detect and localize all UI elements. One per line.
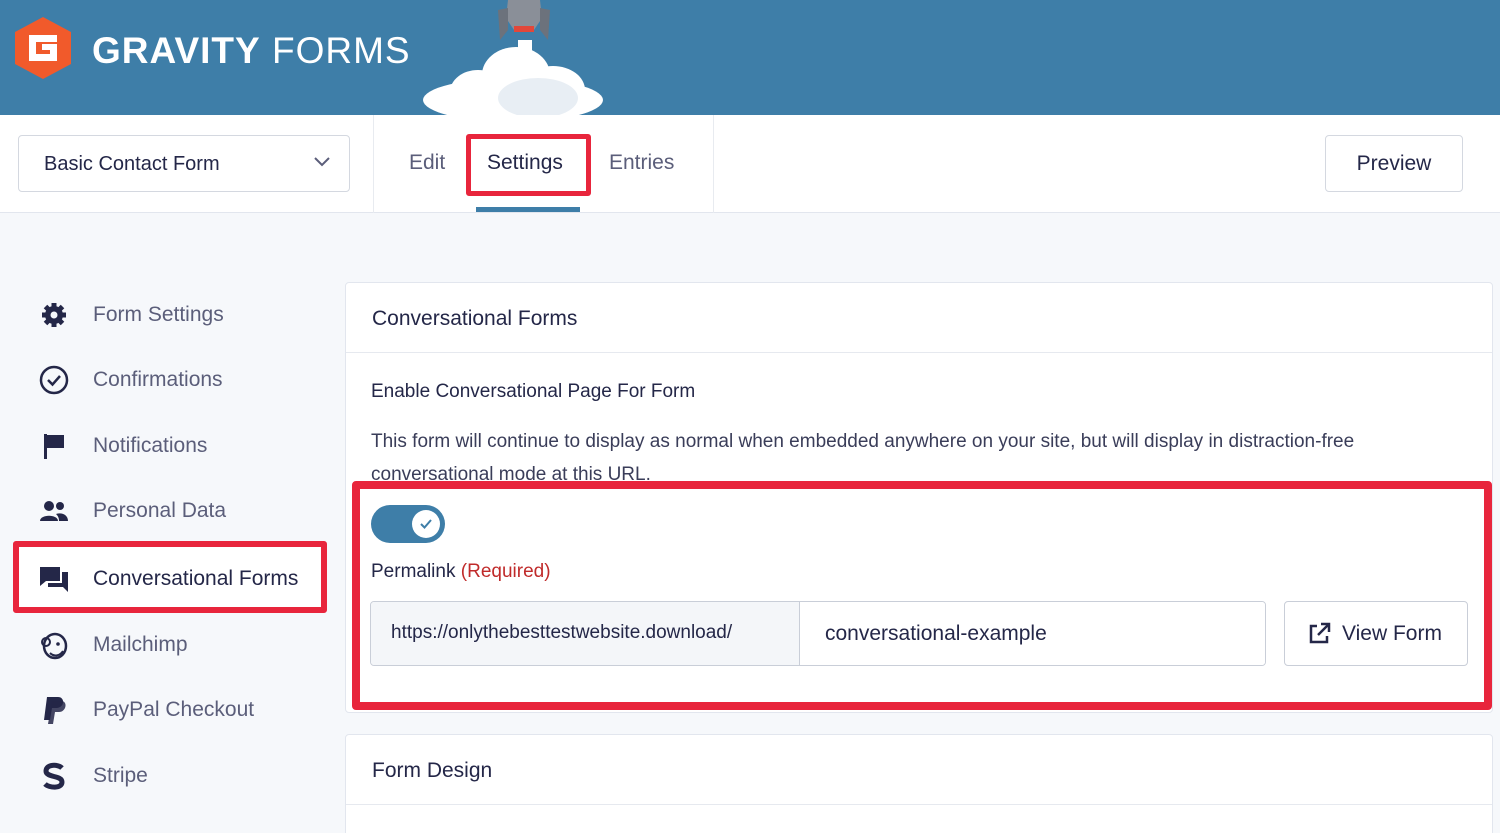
- rocket-illustration: [423, 0, 603, 115]
- chat-bubbles-icon: [40, 567, 68, 592]
- settings-tab-highlight: [466, 134, 591, 196]
- sidebar-item-label: Form Settings: [93, 303, 224, 326]
- checkmark-icon: [420, 519, 432, 529]
- permalink-section-highlight: [352, 481, 1492, 710]
- url-prefix: https://onlythebesttestwebsite.download/: [371, 602, 800, 665]
- brand-name: GRAVITY FORMS: [92, 30, 411, 72]
- gear-icon: [42, 303, 66, 327]
- gravity-forms-logo-icon: [15, 17, 71, 79]
- sidebar-item-confirmations[interactable]: Confirmations: [20, 358, 320, 402]
- view-form-button[interactable]: View Form: [1284, 601, 1468, 666]
- sidebar-item-label: PayPal Checkout: [93, 698, 255, 721]
- brand-bold: GRAVITY: [92, 30, 261, 71]
- permalink-field-group: https://onlythebesttestwebsite.download/: [370, 601, 1266, 666]
- app-header: GRAVITY FORMS: [0, 0, 1500, 115]
- sidebar-item-stripe[interactable]: Stripe: [20, 754, 320, 798]
- stripe-icon: [43, 762, 65, 790]
- active-tab-indicator: [476, 207, 580, 212]
- form-select-value: Basic Contact Form: [44, 153, 220, 175]
- permalink-slug-input[interactable]: [801, 602, 1265, 665]
- flag-icon: [44, 434, 64, 459]
- mailchimp-icon: [41, 632, 68, 660]
- form-select-dropdown[interactable]: Basic Contact Form: [18, 135, 350, 192]
- people-icon: [40, 501, 68, 521]
- conversational-toggle[interactable]: [371, 505, 445, 543]
- sidebar-item-mailchimp[interactable]: Mailchimp: [20, 623, 320, 667]
- sidebar-item-label: Conversational Forms: [93, 567, 299, 590]
- toggle-knob: [412, 510, 440, 538]
- sidebar-item-form-settings[interactable]: Form Settings: [20, 293, 320, 337]
- sidebar-item-personal-data[interactable]: Personal Data: [20, 489, 320, 533]
- view-form-label: View Form: [1342, 622, 1442, 645]
- form-toolbar: Basic Contact Form Edit Settings Entries…: [0, 115, 1500, 213]
- sidebar-item-label: Stripe: [93, 764, 148, 787]
- panel-header: Form Design: [346, 735, 1492, 805]
- panel-title: Conversational Forms: [372, 307, 578, 330]
- paypal-icon: [44, 697, 66, 724]
- toolbar-divider: [373, 115, 374, 213]
- check-circle-icon: [39, 365, 69, 395]
- permalink-label: Permalink (Required): [371, 561, 551, 583]
- brand-light: FORMS: [272, 30, 411, 71]
- panel-title: Form Design: [372, 759, 493, 782]
- tab-entries[interactable]: Entries: [609, 151, 674, 175]
- sidebar-item-paypal-checkout[interactable]: PayPal Checkout: [20, 688, 320, 732]
- external-link-icon: [1309, 622, 1331, 644]
- panel-header: Conversational Forms: [346, 283, 1492, 353]
- preview-button[interactable]: Preview: [1325, 135, 1463, 192]
- toolbar-divider: [713, 115, 714, 213]
- sidebar-item-label: Mailchimp: [93, 633, 188, 656]
- sidebar-item-label: Confirmations: [93, 368, 223, 391]
- form-design-panel: Form Design: [345, 734, 1493, 833]
- chevron-down-icon: [314, 157, 330, 167]
- sidebar-item-notifications[interactable]: Notifications: [20, 424, 320, 468]
- tab-edit[interactable]: Edit: [409, 151, 445, 175]
- sidebar-item-label: Personal Data: [93, 499, 227, 522]
- sidebar-item-label: Notifications: [93, 434, 208, 457]
- sidebar-item-conversational-forms[interactable]: Conversational Forms: [20, 557, 320, 601]
- permalink-label-text: Permalink: [371, 561, 456, 582]
- enable-conversational-title: Enable Conversational Page For Form: [371, 381, 696, 402]
- required-indicator: (Required): [460, 561, 551, 582]
